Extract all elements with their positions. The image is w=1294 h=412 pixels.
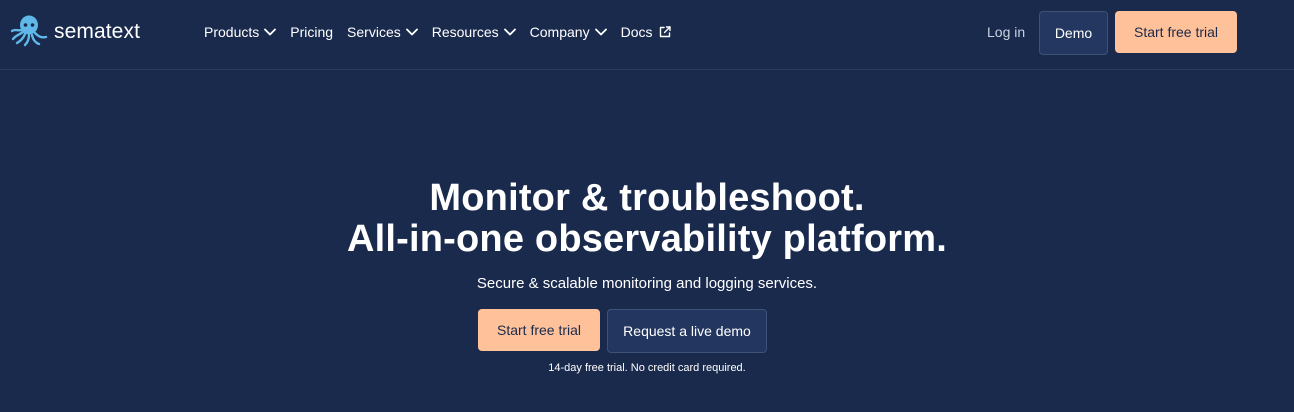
nav-item-products[interactable]: Products	[204, 22, 277, 42]
nav-item-label: Products	[204, 24, 260, 40]
nav-item-pricing[interactable]: Pricing	[290, 22, 333, 42]
octopus-icon	[10, 13, 50, 52]
start-free-trial-button[interactable]: Start free trial	[1115, 11, 1237, 53]
main-nav: Products Pricing Services Resources Comp…	[204, 22, 686, 42]
hero-start-free-trial-button[interactable]: Start free trial	[478, 309, 600, 351]
nav-item-label: Pricing	[290, 24, 334, 40]
site-header: sematext Products Pricing Services Resou…	[0, 0, 1294, 70]
nav-item-label: Docs	[620, 24, 653, 40]
login-link[interactable]: Log in	[987, 24, 1025, 40]
nav-item-label: Resources	[431, 24, 499, 40]
request-live-demo-button[interactable]: Request a live demo	[607, 309, 767, 353]
chevron-down-icon	[405, 28, 418, 36]
hero-subtitle: Secure & scalable monitoring and logging…	[476, 275, 818, 292]
page: sematext Products Pricing Services Resou…	[0, 0, 1294, 412]
hero-title-line-1: Monitor & troubleshoot.	[429, 177, 865, 219]
hero-title-line-2: All-in-one observability platform.	[346, 218, 948, 260]
chevron-down-icon	[264, 28, 277, 36]
external-link-icon	[658, 25, 672, 39]
chevron-down-icon	[503, 28, 516, 36]
trial-note: 14-day free trial. No credit card requir…	[548, 362, 746, 374]
nav-item-services[interactable]: Services	[347, 22, 418, 42]
logo-text: sematext	[54, 20, 140, 43]
nav-item-resources[interactable]: Resources	[432, 22, 516, 42]
nav-item-company[interactable]: Company	[530, 22, 607, 42]
nav-item-label: Services	[347, 24, 401, 40]
hero-title: Monitor & troubleshoot. All-in-one obser…	[0, 178, 1294, 260]
nav-item-label: Company	[529, 24, 590, 40]
logo[interactable]: sematext	[10, 15, 140, 49]
chevron-down-icon	[594, 28, 607, 36]
nav-item-docs[interactable]: Docs	[621, 22, 673, 42]
demo-button[interactable]: Demo	[1039, 11, 1108, 55]
